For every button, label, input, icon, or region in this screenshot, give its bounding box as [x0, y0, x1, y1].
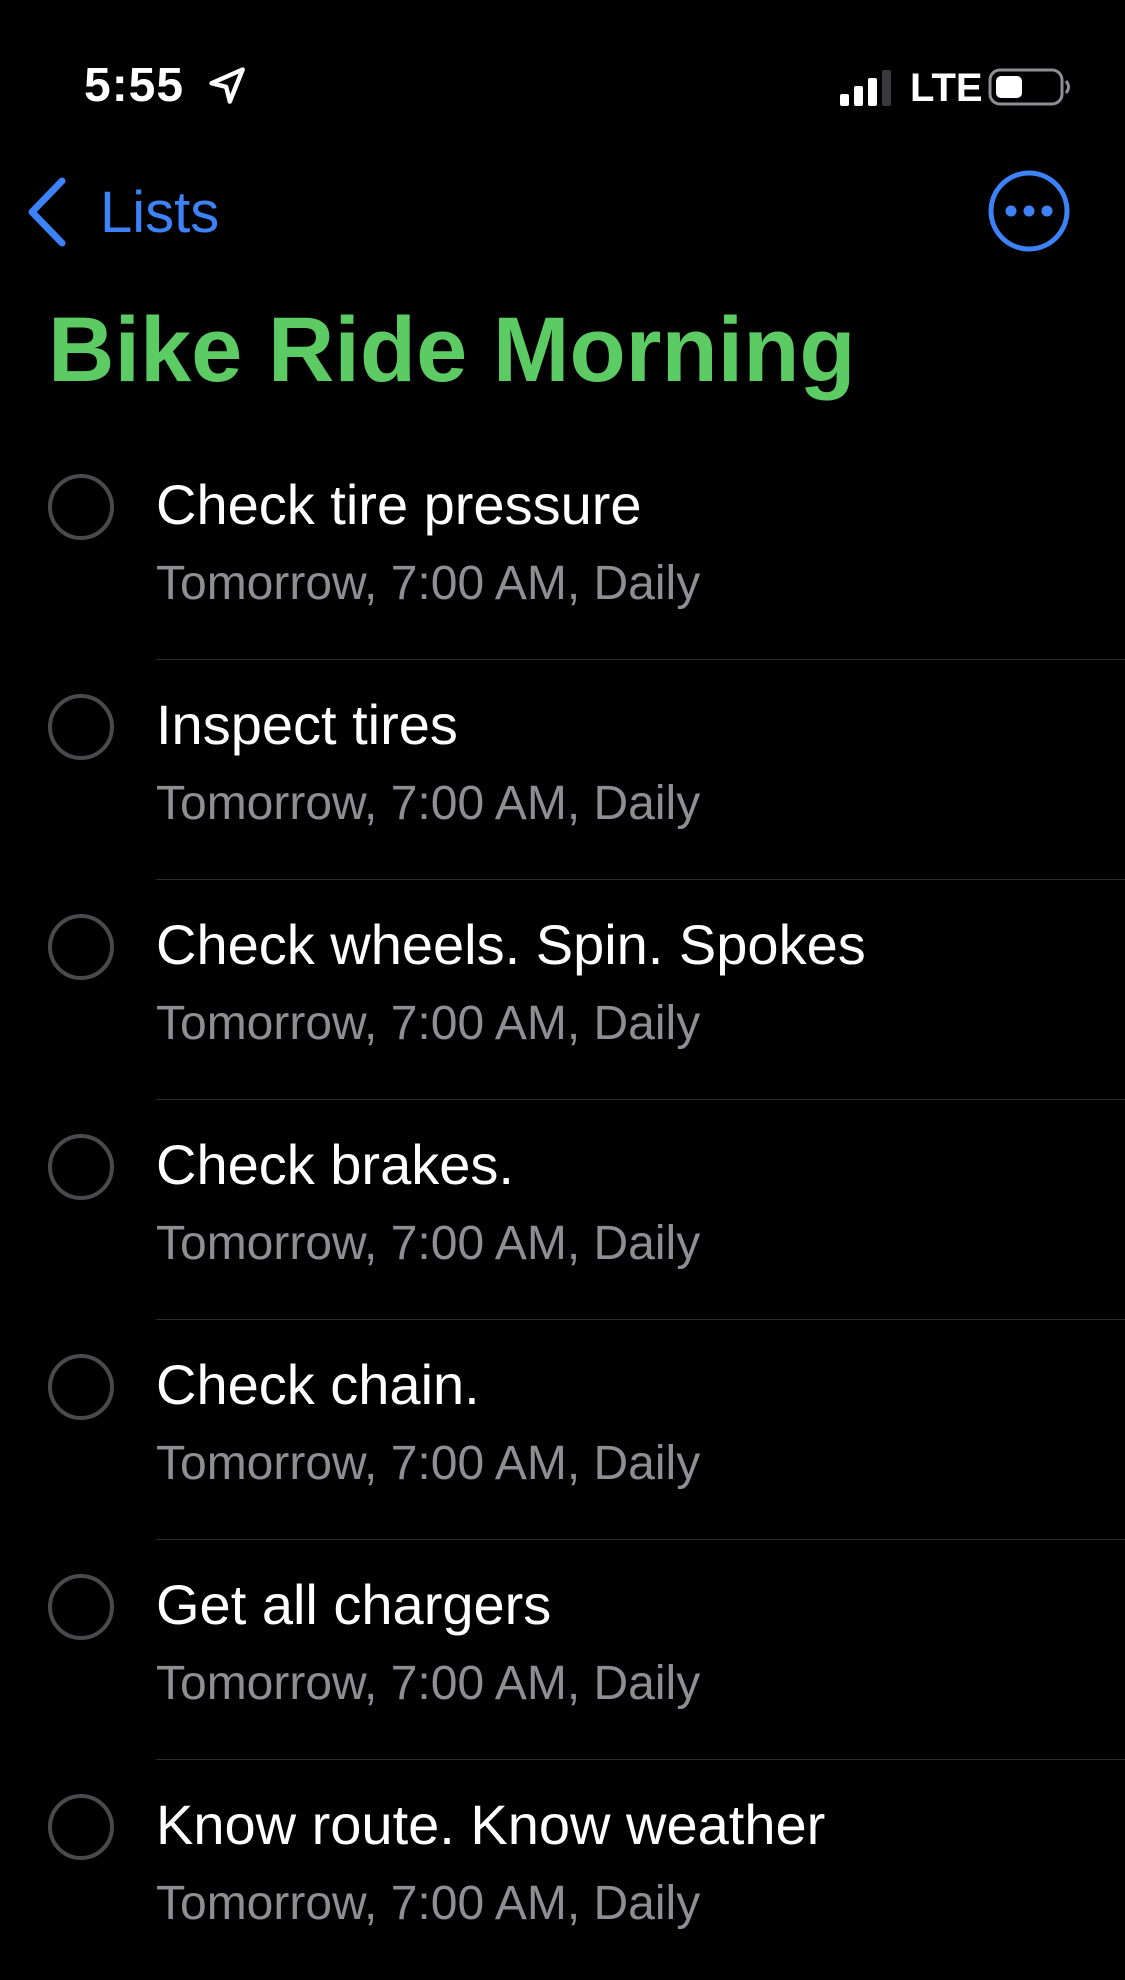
reminder-title[interactable]: Know route. Know weather [156, 1792, 825, 1857]
reminder-title[interactable]: Check tire pressure [156, 472, 642, 537]
status-time: 5:55 [84, 59, 185, 112]
reminder-due-detail: Tomorrow, 7:00 AM, Daily [156, 997, 701, 1050]
status-bar: 5:55 LTE [0, 0, 1125, 150]
cellular-signal-icon [840, 70, 891, 106]
complete-checkbox[interactable] [48, 1354, 114, 1420]
network-type-label: LTE [910, 66, 983, 110]
reminder-item[interactable]: Check chain. Tomorrow, 7:00 AM, Daily [0, 1320, 1125, 1540]
ellipsis-circle-icon[interactable] [986, 168, 1072, 254]
complete-checkbox[interactable] [48, 1794, 114, 1860]
complete-checkbox[interactable] [48, 914, 114, 980]
complete-checkbox[interactable] [48, 1574, 114, 1640]
reminder-due-detail: Tomorrow, 7:00 AM, Daily [156, 1877, 701, 1930]
reminder-due-detail: Tomorrow, 7:00 AM, Daily [156, 557, 701, 610]
reminder-item[interactable]: Check wheels. Spin. Spokes Tomorrow, 7:0… [0, 880, 1125, 1100]
chevron-left-icon [28, 177, 66, 247]
list-title: Bike Ride Morning [48, 299, 856, 401]
reminder-title[interactable]: Inspect tires [156, 692, 458, 757]
reminder-item[interactable]: Check brakes. Tomorrow, 7:00 AM, Daily [0, 1100, 1125, 1320]
reminder-item[interactable]: Inspect tires Tomorrow, 7:00 AM, Daily [0, 660, 1125, 880]
back-to-lists-button[interactable]: Lists [24, 172, 219, 252]
reminder-due-detail: Tomorrow, 7:00 AM, Daily [156, 1437, 701, 1490]
reminder-title[interactable]: Check wheels. Spin. Spokes [156, 912, 866, 977]
complete-checkbox[interactable] [48, 474, 114, 540]
back-label: Lists [100, 179, 220, 245]
battery-icon [988, 68, 1070, 106]
reminder-item[interactable]: Check tire pressure Tomorrow, 7:00 AM, D… [0, 440, 1125, 660]
reminder-title[interactable]: Check chain. [156, 1352, 480, 1417]
reminder-list: Check tire pressure Tomorrow, 7:00 AM, D… [0, 440, 1125, 1980]
reminder-due-detail: Tomorrow, 7:00 AM, Daily [156, 1657, 701, 1710]
complete-checkbox[interactable] [48, 694, 114, 760]
location-arrow-icon [209, 67, 245, 104]
reminder-due-detail: Tomorrow, 7:00 AM, Daily [156, 777, 701, 830]
reminder-due-detail: Tomorrow, 7:00 AM, Daily [156, 1217, 701, 1270]
complete-checkbox[interactable] [48, 1134, 114, 1200]
reminder-title[interactable]: Check brakes. [156, 1132, 514, 1197]
reminder-item[interactable]: Know route. Know weather Tomorrow, 7:00 … [0, 1760, 1125, 1980]
reminder-item[interactable]: Get all chargers Tomorrow, 7:00 AM, Dail… [0, 1540, 1125, 1760]
reminder-title[interactable]: Get all chargers [156, 1572, 551, 1637]
